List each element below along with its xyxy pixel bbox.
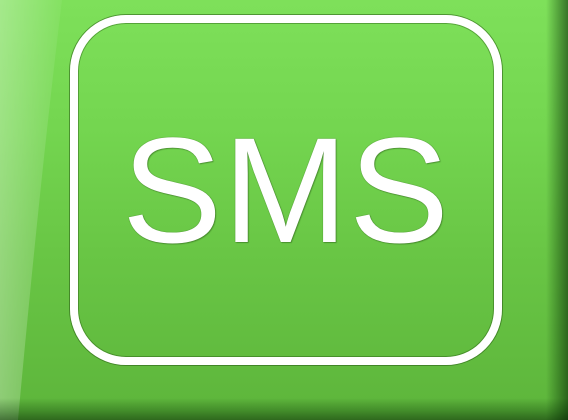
tile-edge-shadow-right bbox=[546, 0, 568, 420]
sms-app-tile[interactable]: SMS bbox=[0, 0, 568, 420]
tile-edge-shadow-bottom bbox=[0, 398, 568, 420]
sms-label: SMS bbox=[121, 106, 451, 274]
